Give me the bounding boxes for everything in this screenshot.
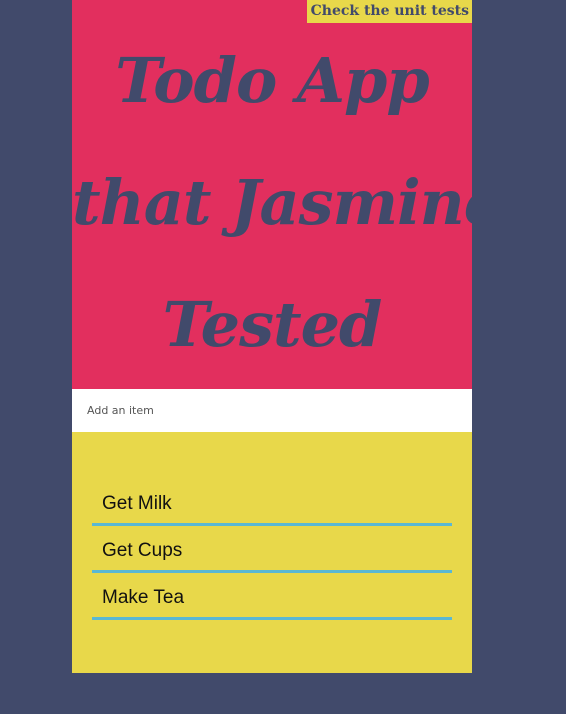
add-item-input[interactable] bbox=[72, 389, 472, 432]
todo-app: Check the unit tests Todo App that Jasmi… bbox=[72, 0, 472, 673]
todo-list: Get Milk Get Cups Make Tea bbox=[92, 479, 452, 620]
todo-item[interactable]: Get Cups bbox=[92, 526, 452, 573]
title-line-3: Tested bbox=[162, 288, 383, 361]
title-line-2: that Jasmine bbox=[72, 166, 472, 239]
title-line-1: Todo App bbox=[115, 44, 429, 117]
page-title: Todo App that Jasmine Tested bbox=[72, 20, 472, 386]
todo-list-panel: Get Milk Get Cups Make Tea bbox=[72, 432, 472, 673]
header-banner: Check the unit tests Todo App that Jasmi… bbox=[72, 0, 472, 389]
todo-item[interactable]: Make Tea bbox=[92, 573, 452, 620]
todo-item[interactable]: Get Milk bbox=[92, 479, 452, 526]
